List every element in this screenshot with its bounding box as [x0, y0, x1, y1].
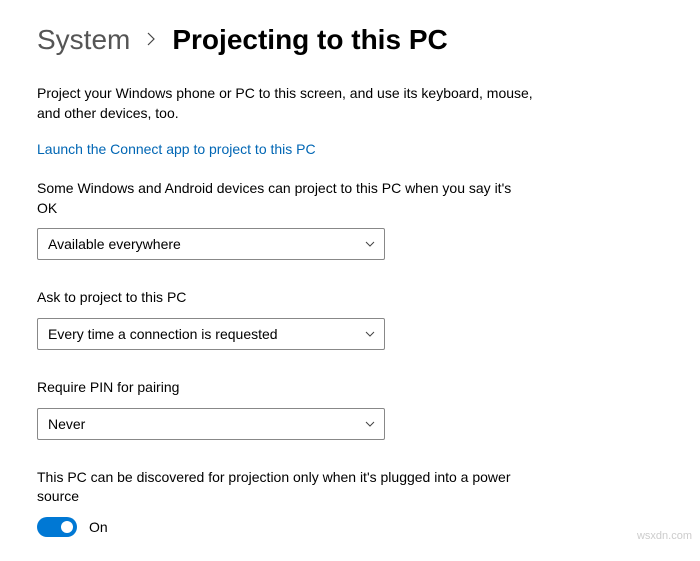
chevron-down-icon	[364, 328, 376, 340]
page-description: Project your Windows phone or PC to this…	[37, 84, 537, 123]
availability-value: Available everywhere	[48, 236, 181, 252]
pin-value: Never	[48, 416, 85, 432]
availability-dropdown[interactable]: Available everywhere	[37, 228, 385, 260]
toggle-thumb	[61, 521, 73, 533]
chevron-right-icon	[144, 29, 158, 52]
availability-label: Some Windows and Android devices can pro…	[37, 179, 527, 218]
chevron-down-icon	[364, 418, 376, 430]
discovery-toggle-row: On	[37, 517, 663, 537]
breadcrumb: System Projecting to this PC	[37, 24, 663, 56]
discovery-toggle[interactable]	[37, 517, 77, 537]
pin-label: Require PIN for pairing	[37, 378, 527, 398]
breadcrumb-parent[interactable]: System	[37, 24, 130, 56]
ask-label: Ask to project to this PC	[37, 288, 527, 308]
pin-dropdown[interactable]: Never	[37, 408, 385, 440]
watermark: wsxdn.com	[637, 530, 692, 542]
discovery-label: This PC can be discovered for projection…	[37, 468, 527, 507]
launch-connect-link[interactable]: Launch the Connect app to project to thi…	[37, 141, 316, 157]
discovery-toggle-label: On	[89, 519, 108, 535]
ask-dropdown[interactable]: Every time a connection is requested	[37, 318, 385, 350]
ask-value: Every time a connection is requested	[48, 326, 278, 342]
page-title: Projecting to this PC	[172, 24, 447, 56]
chevron-down-icon	[364, 238, 376, 250]
